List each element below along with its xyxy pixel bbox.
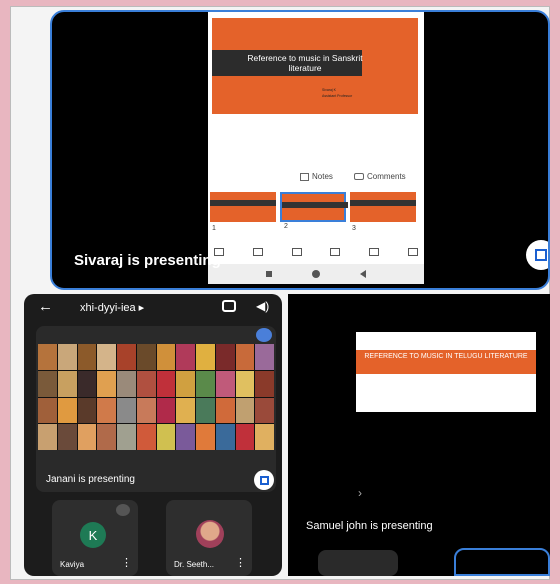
slide-toolbar	[214, 246, 418, 258]
comment-icon[interactable]	[252, 248, 263, 256]
mic-off-icon	[116, 504, 130, 516]
speaker-icon[interactable]: ◀)	[256, 299, 269, 313]
presentation-tile-sivaraj[interactable]: Reference to music in Sanskrit literatur…	[50, 10, 550, 290]
slide-title: Reference to music in Sanskrit literatur…	[247, 53, 363, 73]
dance-photo-collage	[38, 344, 274, 450]
slide-thumbnail-3[interactable]: 3	[350, 192, 416, 232]
participant-tile-seetha[interactable]: Dr. Seeth... ⋮	[166, 500, 252, 576]
participant-name: Kaviya	[60, 560, 85, 569]
table-icon[interactable]	[291, 248, 302, 256]
participant-name: Dr. Seeth...	[174, 560, 215, 569]
slide-thumbnails: 1 2 3	[208, 192, 424, 232]
audio-indicator-icon	[256, 328, 272, 342]
slide-thumbnail-2[interactable]: 2	[280, 192, 348, 230]
fullscreen-button[interactable]	[254, 470, 274, 490]
presenter-label: Sivaraj is presenting	[74, 252, 221, 269]
recents-icon[interactable]	[266, 271, 272, 277]
presenter-label: Janani is presenting	[46, 474, 135, 485]
copy-icon[interactable]	[369, 248, 380, 256]
meet-phone-view: ← xhi-dyyi-iea ▸ ◀) Janani is presenting…	[24, 294, 282, 576]
participant-tile-kaviya[interactable]: K Kaviya ⋮	[52, 500, 138, 576]
slide-subtitle: Sivaraj K	[322, 88, 337, 92]
image-icon[interactable]	[330, 248, 341, 256]
fullscreen-icon	[259, 475, 269, 485]
comment-icon	[354, 173, 364, 180]
comments-label: Comments	[367, 172, 406, 181]
notes-label: Notes	[312, 172, 333, 181]
slide-subtitle-2: Assistant Professor	[322, 94, 353, 98]
participant-tile[interactable]	[318, 550, 398, 576]
notes-icon	[300, 172, 309, 181]
fullscreen-button[interactable]	[526, 240, 548, 270]
presenter-label: Samuel john is presenting	[306, 520, 433, 532]
back-icon[interactable]	[360, 270, 366, 278]
slide-title: REFERENCE TO MUSIC IN TELUGU LITERATURE	[364, 353, 528, 360]
shared-slide: REFERENCE TO MUSIC IN TELUGU LITERATURE	[356, 332, 536, 412]
presentation-tile-samuel[interactable]: REFERENCE TO MUSIC IN TELUGU LITERATURE …	[288, 294, 550, 576]
shared-phone-screen: Reference to music in Sanskrit literatur…	[208, 12, 424, 284]
main-slide: Reference to music in Sanskrit literatur…	[212, 18, 418, 114]
notes-button[interactable]: Notes	[300, 172, 333, 181]
screen-icon[interactable]	[407, 248, 418, 256]
slide-thumbnail-1[interactable]: 1	[210, 192, 276, 232]
avatar	[196, 520, 224, 548]
avatar: K	[80, 522, 106, 548]
thumb-number: 3	[352, 225, 356, 232]
back-arrow-icon[interactable]: ←	[38, 298, 53, 315]
meeting-code[interactable]: xhi-dyyi-iea ▸	[80, 301, 144, 314]
home-icon[interactable]	[312, 270, 320, 278]
presentation-tile-janani[interactable]: Janani is presenting	[36, 326, 276, 492]
android-nav-bar	[208, 264, 424, 284]
more-options-icon[interactable]: ⋮	[121, 556, 132, 569]
switch-camera-icon[interactable]	[222, 300, 236, 312]
thumb-number: 2	[284, 223, 288, 230]
comments-button[interactable]: Comments	[354, 172, 406, 181]
more-options-icon[interactable]: ⋮	[235, 556, 246, 569]
fullscreen-icon	[535, 249, 547, 261]
self-view-tile[interactable]	[454, 548, 550, 576]
thumb-number: 1	[212, 225, 216, 232]
chevron-right-icon[interactable]: ›	[358, 486, 362, 500]
